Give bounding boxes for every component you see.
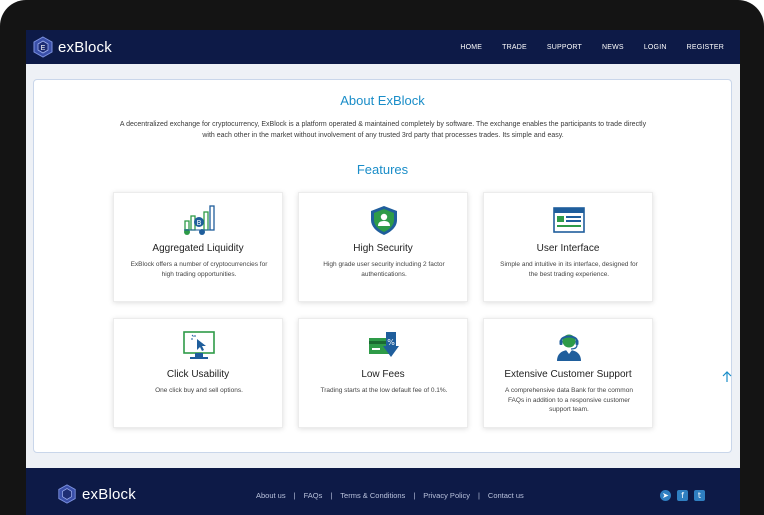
device-frame: E exBlock HOME TRADE SUPPORT NEWS LOGIN … [0, 0, 764, 515]
footer-separator: | [293, 491, 296, 500]
feature-description: One click buy and sell options. [155, 387, 243, 394]
footer-separator: | [477, 491, 480, 500]
footer-separator: | [330, 491, 333, 500]
footer: exBlock About us | FAQs | Terms & Condit… [26, 468, 740, 515]
feature-title: User Interface [536, 243, 600, 254]
feature-title: Click Usability [166, 369, 230, 380]
footer-link-about-us[interactable]: About us [256, 491, 286, 500]
feature-card-user-interface: User Interface Simple and intuitive in i… [483, 192, 653, 302]
about-section: About ExBlock A decentralized exchange f… [33, 79, 732, 453]
brand-logo-link[interactable]: E exBlock [33, 36, 112, 58]
logo-cube-icon [58, 484, 76, 504]
footer-brand-logo[interactable]: exBlock [57, 484, 136, 504]
nav-trade[interactable]: TRADE [502, 44, 527, 51]
scroll-to-top-arrow-icon[interactable] [721, 370, 733, 384]
footer-separator: | [413, 491, 416, 500]
feature-title: Extensive Customer Support [504, 369, 632, 380]
nav-home[interactable]: HOME [460, 44, 482, 51]
feature-description: ExBlock offers a number of cryptocurrenc… [130, 261, 268, 278]
twitter-icon[interactable]: t [694, 490, 705, 501]
headset-agent-icon [557, 334, 581, 361]
feature-card-click-usability: Click Usability One click buy and sell o… [113, 318, 283, 428]
monitor-click-icon [183, 331, 215, 359]
nav-support[interactable]: SUPPORT [547, 44, 582, 51]
svg-text:%: % [387, 338, 395, 347]
telegram-icon[interactable]: ➤ [660, 490, 671, 501]
social-links: ➤ f t [660, 490, 711, 501]
about-title: About ExBlock [340, 93, 425, 108]
feature-card-high-security: High Security High grade user security i… [298, 192, 468, 302]
svg-text:E: E [41, 45, 46, 52]
about-text: A decentralized exchange for cryptocurre… [119, 121, 647, 139]
footer-links: About us | FAQs | Terms & Conditions | P… [256, 491, 524, 500]
feature-card-customer-support: Extensive Customer Support A comprehensi… [483, 318, 653, 428]
feature-title: Low Fees [361, 369, 405, 380]
nav-news[interactable]: NEWS [602, 44, 624, 51]
shield-user-icon [371, 206, 397, 235]
feature-description: A comprehensive data Bank for the common… [505, 387, 633, 413]
navbar: E exBlock HOME TRADE SUPPORT NEWS LOGIN … [26, 30, 740, 64]
feature-card-aggregated-liquidity: B Aggregated Liquidity ExBlock offers a … [113, 192, 283, 302]
liquidity-chart-icon: B [184, 205, 215, 235]
footer-link-privacy[interactable]: Privacy Policy [423, 491, 470, 500]
footer-link-contact[interactable]: Contact us [488, 491, 524, 500]
logo-cube-icon: E [33, 36, 53, 58]
feature-title: Aggregated Liquidity [152, 243, 244, 254]
feature-title: High Security [353, 243, 413, 254]
feature-description: High grade user security including 2 fac… [323, 261, 445, 278]
feature-description: Trading starts at the low default fee of… [320, 387, 448, 394]
feature-card-low-fees: % Low Fees Trading starts at the low def… [298, 318, 468, 428]
nav-menu: HOME TRADE SUPPORT NEWS LOGIN REGISTER [440, 44, 724, 51]
screen: E exBlock HOME TRADE SUPPORT NEWS LOGIN … [26, 30, 740, 515]
svg-text:B: B [197, 219, 202, 227]
nav-login[interactable]: LOGIN [644, 44, 667, 51]
footer-brand-name: exBlock [82, 485, 136, 503]
card-percent-icon: % [369, 332, 399, 357]
features-title: Features [356, 162, 409, 177]
footer-link-terms[interactable]: Terms & Conditions [340, 491, 405, 500]
nav-register[interactable]: REGISTER [687, 44, 724, 51]
footer-link-faqs[interactable]: FAQs [304, 491, 323, 500]
facebook-icon[interactable]: f [677, 490, 688, 501]
browser-window-icon [553, 207, 585, 233]
brand-name: exBlock [58, 38, 112, 56]
feature-description: Simple and intuitive in its interface, d… [500, 261, 638, 278]
